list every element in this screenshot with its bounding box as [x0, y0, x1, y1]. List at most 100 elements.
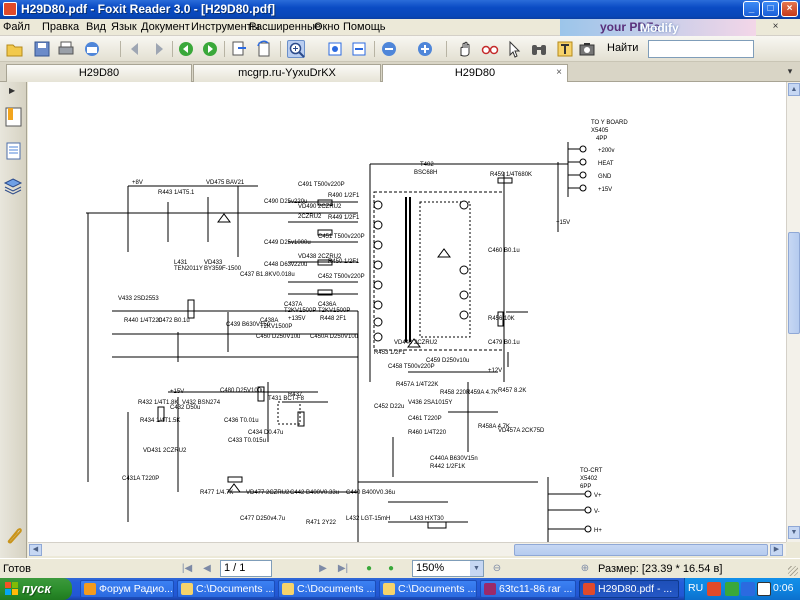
component-label: R443 1/4T5.1 — [158, 190, 195, 196]
title-bar[interactable]: H29D80.pdf - Foxit Reader 3.0 - [H29D80.… — [0, 0, 800, 19]
horizontal-scrollbar[interactable]: ◀ ▶ — [28, 542, 786, 556]
component-label: T2KV1500P — [260, 324, 292, 330]
save-icon[interactable] — [33, 40, 51, 58]
hand-icon[interactable] — [456, 40, 474, 58]
tab-list-icon[interactable]: ▾ — [784, 66, 796, 78]
tab-label: H29D80 — [454, 67, 496, 79]
zoom-out-icon[interactable] — [380, 40, 398, 58]
plus15v-b-label: +15V — [170, 389, 184, 395]
menu-item-file[interactable]: Файл — [3, 21, 30, 33]
menu-item-edit[interactable]: Правка — [42, 21, 79, 33]
taskbar-item-forum[interactable]: Форум Радио... — [80, 580, 174, 598]
prev-view-status-icon[interactable]: ● — [362, 562, 376, 576]
tray-app-icon[interactable] — [741, 582, 755, 596]
tab-h29d80-active[interactable]: H29D80 × — [382, 64, 568, 82]
menu-item-help[interactable]: Помощь — [343, 21, 386, 33]
promo-close-icon[interactable]: × — [770, 22, 781, 33]
menu-item-advanced[interactable]: Расширенные — [249, 21, 321, 33]
taskbar-item-rar[interactable]: 63tc11-86.rar ... — [480, 580, 576, 598]
binoculars-icon[interactable] — [530, 40, 548, 58]
fit-width-icon[interactable] — [350, 40, 368, 58]
menu-item-language[interactable]: Язык — [111, 21, 137, 33]
menu-item-document[interactable]: Документ — [141, 21, 190, 33]
maximize-button[interactable]: □ — [762, 1, 779, 17]
next-view-icon[interactable] — [201, 40, 219, 58]
tab-h29d80-first[interactable]: H29D80 — [6, 64, 192, 82]
windows-logo-icon — [5, 582, 18, 595]
next-view-status-icon[interactable]: ● — [384, 562, 398, 576]
scroll-left-icon[interactable]: ◀ — [29, 544, 42, 556]
tray-app-icon[interactable] — [707, 582, 721, 596]
vertical-scrollbar[interactable]: ▲ ▼ — [786, 82, 800, 542]
component-label: R457 8.2K — [498, 388, 526, 394]
forward-icon[interactable] — [150, 40, 168, 58]
scroll-up-icon[interactable]: ▲ — [788, 83, 800, 96]
folder-icon — [282, 583, 294, 595]
component-label: R460 1/4T220 — [408, 430, 447, 436]
rotate-icon[interactable] — [255, 40, 273, 58]
taskbar-item-folder-2[interactable]: C:\Documents ... — [278, 580, 376, 598]
document-view[interactable]: TO Y BOARD X5405 4PP +200v HEAT GND +15V… — [28, 82, 786, 542]
modify-pdfs-banner[interactable]: Modify your PDFs — [560, 19, 756, 36]
connector-y-pins: 4PP — [596, 136, 607, 142]
foxit-app-icon[interactable] — [3, 2, 17, 16]
taskbar-item-folder-3[interactable]: C:\Documents ... — [379, 580, 477, 598]
extract-icon[interactable] — [230, 40, 248, 58]
prev-page-icon[interactable]: ◀ — [200, 562, 214, 576]
component-label: C458 T500v220P — [388, 364, 435, 370]
component-label: T2KV1500P — [284, 308, 316, 314]
prev-view-icon[interactable] — [177, 40, 195, 58]
panel-expand-icon[interactable]: ▶ — [9, 86, 15, 95]
zoom-select[interactable]: 150% ▼ — [412, 560, 484, 577]
open-icon[interactable] — [6, 40, 24, 58]
horizontal-scroll-thumb[interactable] — [514, 544, 768, 556]
tray-app-icon[interactable] — [725, 582, 739, 596]
page-number-input[interactable]: 1 / 1 — [220, 560, 272, 577]
component-label: R442 1/2F1K — [430, 464, 465, 470]
first-page-icon[interactable]: |◀ — [180, 562, 194, 576]
zoom-in-tool-icon[interactable] — [287, 40, 305, 58]
email-icon[interactable] — [83, 40, 101, 58]
tab-close-icon[interactable]: × — [556, 65, 562, 81]
vertical-scroll-thumb[interactable] — [788, 232, 800, 334]
text-select-icon[interactable] — [556, 40, 574, 58]
speaker-icon[interactable] — [757, 582, 771, 596]
menu-item-view[interactable]: Вид — [86, 21, 106, 33]
scroll-right-icon[interactable]: ▶ — [770, 544, 783, 556]
snapshot-icon[interactable] — [578, 40, 596, 58]
component-label: T2KV1500P — [318, 308, 350, 314]
taskbar-item-foxit[interactable]: H29D80.pdf - ... — [579, 580, 679, 598]
zoom-plus-icon[interactable] — [416, 40, 434, 58]
minimize-button[interactable]: _ — [743, 1, 760, 17]
foxit-reader-window: H29D80.pdf - Foxit Reader 3.0 - [H29D80.… — [0, 0, 800, 600]
plus12v-label: +12V — [488, 368, 502, 374]
select-icon[interactable] — [506, 40, 524, 58]
menu-item-window[interactable]: Окно — [314, 21, 340, 33]
tab-mcgrp[interactable]: mcgrp.ru-YyxuDrKX — [193, 64, 381, 82]
rail-label: HEAT — [598, 161, 614, 167]
zoom-out-status-icon[interactable]: ⊖ — [490, 562, 504, 576]
print-icon[interactable] — [57, 40, 75, 58]
layers-icon[interactable] — [3, 176, 24, 198]
component-label: R459A 4.7K — [466, 390, 498, 396]
transformer-type: BSC68H — [414, 170, 437, 176]
glasses-icon[interactable] — [481, 40, 499, 58]
find-input[interactable] — [648, 40, 754, 58]
next-page-icon[interactable]: ▶ — [316, 562, 330, 576]
scroll-down-icon[interactable]: ▼ — [788, 526, 800, 539]
plus8v-label: +8V — [132, 180, 143, 186]
component-label: C452 T500v220P — [318, 274, 365, 280]
start-button[interactable]: пуск — [0, 578, 72, 600]
zoom-in-status-icon[interactable]: ⊕ — [578, 562, 592, 576]
resize-grip[interactable] — [788, 566, 798, 576]
last-page-icon[interactable]: ▶| — [336, 562, 350, 576]
component-label: R477 1/4.7K — [200, 490, 233, 496]
bookmarks-icon[interactable] — [3, 106, 24, 128]
taskbar-item-folder-1[interactable]: C:\Documents ... — [177, 580, 275, 598]
close-button[interactable]: × — [781, 1, 798, 17]
pages-icon[interactable] — [3, 140, 24, 162]
language-indicator[interactable]: RU — [688, 582, 703, 594]
back-icon[interactable] — [126, 40, 144, 58]
fit-page-icon[interactable] — [326, 40, 344, 58]
attachments-icon[interactable] — [3, 524, 24, 546]
